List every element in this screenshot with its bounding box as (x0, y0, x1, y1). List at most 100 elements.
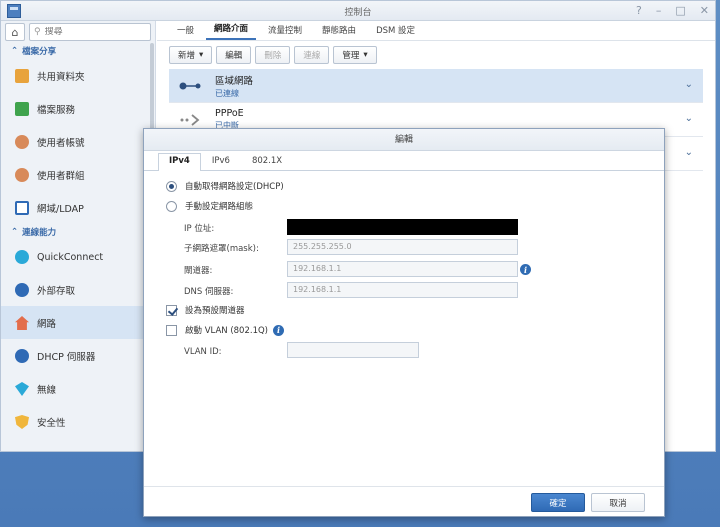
window-title: 控制台 (344, 8, 372, 18)
sidebar-item-label: 檔案服務 (37, 105, 76, 116)
dns-field[interactable]: 192.168.1.1 (287, 282, 518, 298)
close-icon[interactable]: ✕ (700, 4, 709, 17)
manage-button[interactable]: 管理 ▾ (333, 46, 377, 64)
create-button[interactable]: 新增 ▾ (169, 46, 213, 64)
search-icon: ⚲ (34, 27, 41, 37)
minimize-icon[interactable]: – (656, 4, 662, 17)
file-services-icon (15, 102, 29, 116)
tab-ipv4[interactable]: IPv4 (158, 153, 201, 171)
network-status: 已連線 (215, 88, 239, 98)
sidebar-item-label: 無線 (37, 385, 57, 396)
sidebar-item-network[interactable]: 網路 (1, 306, 155, 339)
tab-static-route[interactable]: 靜態路由 (314, 24, 364, 40)
default-gateway-checkbox[interactable] (166, 304, 177, 316)
sidebar-item-label: 使用者群組 (37, 171, 85, 182)
dialog-title[interactable]: 編輯 (144, 129, 664, 151)
pppoe-icon (180, 113, 200, 126)
search-box[interactable]: ⚲ (29, 23, 151, 41)
home-icon: ⌂ (11, 25, 19, 39)
tab-network-interface[interactable]: 網路介面 (206, 22, 257, 40)
tab-8021x[interactable]: 802.1X (241, 153, 293, 170)
chevron-down-icon[interactable]: ⌄ (685, 147, 693, 158)
ok-button[interactable]: 確定 (531, 493, 585, 512)
network-name: 區域網路 (215, 75, 254, 87)
ip-label: IP 位址: (184, 224, 215, 234)
sidebar-item-label: 外部存取 (37, 286, 76, 297)
sidebar-item-file-services[interactable]: 檔案服務 (1, 92, 155, 125)
sidebar-section-file-sharing[interactable]: ⌃ 檔案分享 (1, 43, 155, 59)
tab-traffic-control[interactable]: 流量控制 (260, 24, 310, 40)
sidebar-item-domain[interactable]: 網域/LDAP (1, 191, 155, 224)
domain-icon (15, 201, 29, 215)
mask-field[interactable]: 255.255.255.0 (287, 239, 518, 255)
section-label: 連線能力 (22, 228, 57, 238)
sidebar-item-label: DHCP 伺服器 (37, 352, 96, 363)
vlan-info-icon[interactable]: i (272, 324, 284, 336)
chevron-up-icon: ⌃ (11, 46, 19, 56)
button-label: 取消 (609, 498, 627, 509)
dns-label: DNS 伺服器: (184, 287, 234, 297)
tab-bar: 一般 網路介面 流量控制 靜態路由 DSM 設定 (157, 21, 715, 41)
sidebar-item-label: QuickConnect (37, 251, 104, 263)
mask-label: 子網路遮罩(mask): (184, 244, 259, 254)
user-group-icon (15, 168, 29, 182)
sidebar-item-label: 使用者帳號 (37, 138, 85, 149)
sidebar-item-shared-folder[interactable]: 共用資料夾 (1, 59, 155, 92)
chevron-down-icon[interactable]: ⌄ (685, 113, 693, 124)
quickconnect-icon (15, 250, 29, 264)
gateway-info-icon[interactable]: i (520, 264, 531, 275)
sidebar-item-dhcp[interactable]: DHCP 伺服器 (1, 339, 155, 372)
maximize-icon[interactable]: □ (675, 4, 685, 17)
button-label: 編輯 (225, 51, 243, 61)
shared-folder-icon (15, 69, 29, 83)
help-icon[interactable]: ? (636, 4, 642, 17)
button-label: 刪除 (264, 51, 282, 61)
chevron-down-icon[interactable]: ⌄ (685, 79, 693, 90)
vlan-checkbox[interactable] (166, 324, 177, 336)
sidebar-item-user[interactable]: 使用者帳號 (1, 125, 155, 158)
external-access-icon (15, 283, 29, 297)
manual-radio[interactable] (166, 200, 177, 212)
vlan-label: 啟動 VLAN (802.1Q) (185, 326, 268, 336)
vlan-id-label: VLAN ID: (184, 347, 222, 357)
default-gateway-option[interactable]: 設為預設閘道器 (166, 304, 245, 316)
vlan-id-field[interactable] (287, 342, 419, 358)
sidebar-section-connectivity[interactable]: ⌃ 連線能力 (1, 224, 155, 240)
tab-ipv6[interactable]: IPv6 (201, 153, 241, 170)
ip-field[interactable] (287, 219, 518, 235)
button-label: 連線 (303, 51, 321, 61)
dhcp-icon (15, 349, 29, 363)
edit-button[interactable]: 編輯 (216, 46, 252, 64)
sidebar-item-security[interactable]: 安全性 (1, 405, 155, 438)
connect-button[interactable]: 連線 (294, 46, 330, 64)
dhcp-radio[interactable] (166, 180, 177, 192)
sidebar-item-label: 安全性 (37, 418, 66, 429)
wireless-icon (15, 382, 29, 396)
dhcp-option[interactable]: 自動取得網路設定(DHCP) (166, 180, 284, 192)
sidebar-top: ⌂ ⚲ (1, 21, 155, 43)
gateway-field[interactable]: 192.168.1.1 (287, 261, 518, 277)
delete-button[interactable]: 刪除 (255, 46, 291, 64)
edit-dialog: 編輯 IPv4 IPv6 802.1X 自動取得網路設定(DHCP) 手動設定網… (143, 128, 665, 517)
sidebar-item-label: 網路 (37, 319, 57, 330)
user-icon (15, 135, 29, 149)
search-input[interactable] (44, 27, 135, 37)
section-label: 檔案分享 (22, 47, 57, 57)
security-icon (15, 415, 29, 429)
cancel-button[interactable]: 取消 (591, 493, 645, 512)
button-label: 確定 (549, 498, 567, 509)
home-button[interactable]: ⌂ (5, 23, 25, 41)
sidebar-item-label: 網域/LDAP (37, 204, 84, 215)
window-titlebar[interactable]: 控制台 ? – □ ✕ (1, 1, 715, 21)
manual-option[interactable]: 手動設定網路組態 (166, 200, 253, 212)
window-controls: ? – □ ✕ (636, 4, 709, 17)
sidebar-item-quickconnect[interactable]: QuickConnect (1, 240, 155, 273)
sidebar-item-wireless[interactable]: 無線 (1, 372, 155, 405)
sidebar-item-group[interactable]: 使用者群組 (1, 158, 155, 191)
sidebar-item-external-access[interactable]: 外部存取 (1, 273, 155, 306)
network-item-lan[interactable]: 區域網路 已連線 ⌄ (169, 69, 703, 103)
dialog-footer: 確定 取消 (144, 486, 664, 516)
tab-dsm-settings[interactable]: DSM 設定 (368, 24, 423, 40)
vlan-option[interactable]: 啟動 VLAN (802.1Q) i (166, 324, 284, 336)
tab-general[interactable]: 一般 (169, 24, 202, 40)
